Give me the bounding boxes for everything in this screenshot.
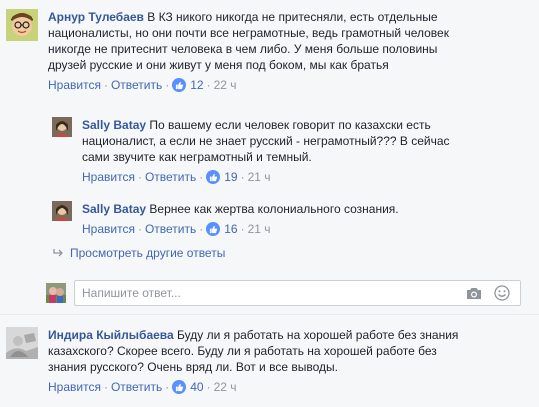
comment-text-line: националисты, но они почти все неграмотн… <box>48 26 449 40</box>
comment-text-line: Вернее как жертва колониального сознания… <box>149 202 399 216</box>
like-count-value: 16 <box>224 222 238 236</box>
comment-actions: Нравится · Ответить · 16 · 21 ч <box>82 221 532 237</box>
reply-link[interactable]: Ответить <box>111 379 162 395</box>
comment-text-line: друзей русские и они живут у меня под бо… <box>48 58 389 72</box>
like-link[interactable]: Нравится <box>82 221 135 237</box>
separator-dot: · <box>206 380 211 394</box>
camera-icon[interactable] <box>464 283 484 303</box>
comment-actions: Нравится · Ответить · 19 · 21 ч <box>82 169 532 185</box>
avatar[interactable] <box>52 117 72 137</box>
separator-dot: · <box>103 78 108 92</box>
comment-1: Арнур Тулебаев В КЗ никого никогда не пр… <box>6 9 508 93</box>
comment-actions: Нравится · Ответить · 12 · 22 ч <box>48 77 508 93</box>
comment-actions: Нравится · Ответить · 40 · 22 ч <box>48 379 508 395</box>
more-replies-link[interactable]: Просмотреть другие ответы <box>52 246 225 260</box>
like-count[interactable]: 16 <box>206 221 238 237</box>
like-count-value: 12 <box>190 78 204 92</box>
like-thumb-icon <box>206 222 221 236</box>
like-count[interactable]: 19 <box>206 169 238 185</box>
reply-input-placeholder: Напишите ответ... <box>82 286 181 300</box>
like-count[interactable]: 12 <box>172 77 204 93</box>
reply-link[interactable]: Ответить <box>145 169 196 185</box>
reply-link[interactable]: Ответить <box>111 77 162 93</box>
comment-text-line: сами звучите как неграмотный и темный. <box>82 150 312 164</box>
reply-arrow-icon <box>52 248 64 258</box>
like-count[interactable]: 40 <box>172 379 204 395</box>
timestamp[interactable]: 22 ч <box>214 379 237 395</box>
separator-dot: · <box>199 170 204 184</box>
separator-dot: · <box>165 78 170 92</box>
more-replies-label: Просмотреть другие ответы <box>70 246 226 260</box>
comment-body: Индира Кыйлыбаева Буду ли я работать на … <box>48 327 508 395</box>
reply-input[interactable]: Напишите ответ... <box>74 280 521 306</box>
separator-dot: · <box>206 78 211 92</box>
like-link[interactable]: Нравится <box>48 77 101 93</box>
reply-composer: Напишите ответ... <box>46 280 521 306</box>
comment-author[interactable]: Арнур Тулебаев <box>48 10 144 24</box>
separator-dot: · <box>165 380 170 394</box>
avatar <box>46 283 66 303</box>
comment-author[interactable]: Sally Batay <box>82 202 146 216</box>
timestamp[interactable]: 22 ч <box>214 77 237 93</box>
like-link[interactable]: Нравится <box>48 379 101 395</box>
like-thumb-icon <box>206 170 221 184</box>
like-thumb-icon <box>172 78 187 92</box>
smiley-icon[interactable] <box>492 283 512 303</box>
like-thumb-icon <box>172 380 187 394</box>
comment-body: Арнур Тулебаев В КЗ никого никогда не пр… <box>48 9 508 93</box>
separator-dot: · <box>137 222 142 236</box>
comment-text-line: казахского? Скорее всего. Буду ли я рабо… <box>48 344 437 358</box>
comment-text-line: националист, а если не знает русский - н… <box>82 134 450 148</box>
timestamp[interactable]: 21 ч <box>248 221 271 237</box>
separator-dot: · <box>240 222 245 236</box>
comment-2: Индира Кыйлыбаева Буду ли я работать на … <box>6 327 508 395</box>
reply-1: Sally Batay По вашему если человек говор… <box>52 117 532 185</box>
separator-dot: · <box>240 170 245 184</box>
like-count-value: 40 <box>190 380 204 394</box>
comments-panel: Арнур Тулебаев В КЗ никого никогда не пр… <box>0 0 539 407</box>
comment-body: Sally Batay По вашему если человек говор… <box>82 117 532 185</box>
like-count-value: 19 <box>224 170 238 184</box>
comment-text-line: По вашему если человек говорит по казахс… <box>149 118 431 132</box>
comment-body: Sally Batay Вернее как жертва колониальн… <box>82 201 532 237</box>
separator-dot: · <box>199 222 204 236</box>
timestamp[interactable]: 21 ч <box>248 169 271 185</box>
comment-text-line: знания русского? Очень вряд ли. Вот и вс… <box>48 360 338 374</box>
reply-2: Sally Batay Вернее как жертва колониальн… <box>52 201 532 237</box>
like-link[interactable]: Нравится <box>82 169 135 185</box>
avatar[interactable] <box>6 327 38 359</box>
comment-text-line: Буду ли я работать на хорошей работе без… <box>177 328 459 342</box>
divider <box>0 314 539 315</box>
comment-text-line: никогде не притеснит человека в чем либо… <box>48 42 438 56</box>
separator-dot: · <box>103 380 108 394</box>
separator-dot: · <box>137 170 142 184</box>
avatar[interactable] <box>52 201 72 221</box>
avatar[interactable] <box>6 9 38 41</box>
comment-text-line: В КЗ никого никогда не притесняли, есть … <box>147 10 438 24</box>
comment-author[interactable]: Sally Batay <box>82 118 146 132</box>
reply-link[interactable]: Ответить <box>145 221 196 237</box>
comment-author[interactable]: Индира Кыйлыбаева <box>48 328 174 342</box>
